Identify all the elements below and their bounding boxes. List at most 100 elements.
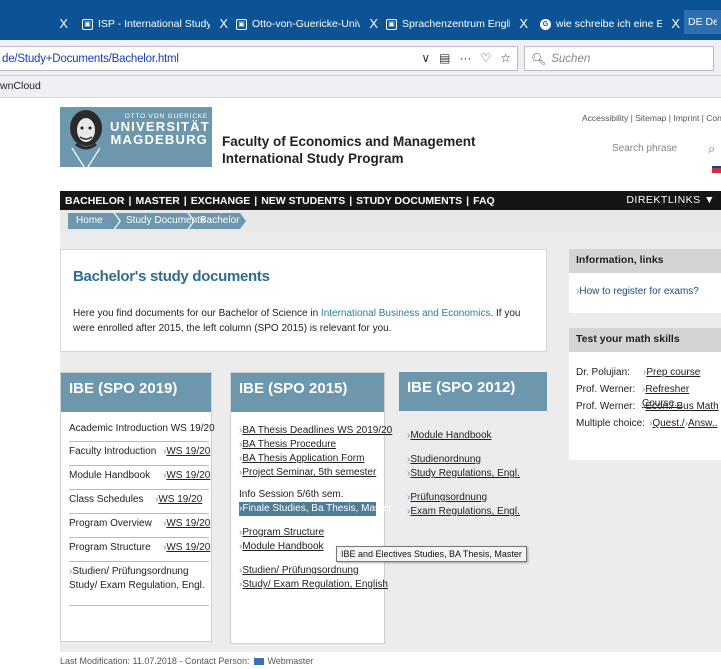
reader-view-icon[interactable]: ▤ — [439, 51, 450, 65]
doc-link-text[interactable]: Study/ Exam Regulation, English — [242, 579, 388, 590]
program-name: International Study Program — [222, 151, 404, 166]
nav-new-students[interactable]: NEW STUDENTS — [261, 195, 345, 207]
column-body: ›BA Thesis Deadlines WS 2019/20 ›BA Thes… — [231, 412, 392, 592]
google-icon: G — [540, 18, 551, 30]
close-icon[interactable]: X — [59, 16, 68, 31]
doc-link[interactable]: ›Prüfungsordnung — [407, 491, 547, 505]
doc-link-text[interactable]: Exam Regulations, Engl. — [410, 506, 520, 517]
nav-separator: | — [183, 194, 187, 207]
tab-ovgu[interactable]: ▣ Otto-von-Guericke-Universität X — [236, 14, 378, 34]
row-link-text[interactable]: WS 19/20 — [158, 494, 202, 505]
doc-link[interactable]: ›Project Seminar, 5th semester — [239, 466, 384, 480]
doc-link-text[interactable]: BA Thesis Deadlines WS 2019/20 — [242, 425, 392, 436]
doc-link-text[interactable]: Study Regulations, Engl. — [410, 468, 520, 479]
doc-link-text[interactable]: Prüfungsordnung — [410, 492, 487, 503]
nav-master[interactable]: MASTER — [135, 195, 179, 207]
close-icon[interactable]: X — [671, 16, 680, 31]
math-link[interactable]: ›Econ./ Bus Math — [642, 400, 719, 414]
column-spo-2019: IBE (SPO 2019) Academic Introduction WS … — [60, 372, 215, 642]
breadcrumb-home[interactable]: Home — [76, 215, 103, 226]
doc-link[interactable]: ›Module Handbook — [407, 429, 547, 443]
nav-separator: | — [254, 194, 258, 207]
regulation-link-de[interactable]: Studien/ Prüfungsordnung — [72, 566, 188, 577]
regulation-link[interactable]: ›Studien/ Prüfungsordnung — [69, 565, 211, 579]
nav-study-documents[interactable]: STUDY DOCUMENTS — [356, 195, 462, 207]
divider — [69, 441, 209, 442]
tab-close-button[interactable]: X — [56, 14, 68, 34]
ibe-program-link[interactable]: International Business and Economics — [321, 308, 491, 319]
row-link[interactable]: ›WS 19/20 — [163, 541, 210, 555]
close-icon[interactable]: X — [219, 16, 228, 31]
doc-link[interactable]: ›BA Thesis Deadlines WS 2019/20 — [239, 424, 392, 438]
doc-link-text[interactable]: Program Structure — [242, 527, 324, 538]
intro-text-part: Here you find documents for our Bachelor… — [73, 308, 321, 319]
math-link-text[interactable]: Quest./ — [652, 418, 684, 429]
nav-faq[interactable]: FAQ — [473, 195, 495, 207]
row-link-text[interactable]: WS 19/20 — [166, 542, 210, 553]
doc-link-text[interactable]: BA Thesis Application Form — [242, 453, 364, 464]
math-link-text[interactable]: Answ.. — [688, 418, 717, 429]
row-label: Academic Introduction WS 19/20 — [69, 423, 215, 434]
row-link[interactable]: ›WS 19/20 — [163, 469, 210, 483]
doc-link[interactable]: ›Program Structure — [239, 526, 384, 540]
row-link[interactable]: ›WS 19/20 — [163, 517, 210, 531]
doc-link[interactable]: ›Study/ Exam Regulation, English — [239, 578, 388, 592]
doc-link-text[interactable]: Studien/ Prüfungsordnung — [242, 565, 358, 576]
register-exams-link-text[interactable]: How to register for exams? — [579, 286, 699, 297]
doc-link-text[interactable]: Module Handbook — [410, 430, 491, 441]
tab-sprachenzentrum[interactable]: ▣ Sprachenzentrum Englisch (UN X — [386, 14, 528, 34]
doc-link-text[interactable]: Studienordnung — [410, 454, 481, 465]
site-search-input[interactable]: Search phrase — [612, 143, 677, 154]
search-placeholder: Suchen — [551, 52, 591, 65]
pocket-icon[interactable]: ♡ — [480, 51, 491, 65]
row-link[interactable]: ›WS 19/20 — [155, 493, 202, 507]
doc-link[interactable]: ›Exam Regulations, Engl. — [407, 505, 547, 519]
tab-google-search[interactable]: G wie schreibe ich eine Email Stu X — [540, 14, 680, 34]
divider — [69, 513, 209, 514]
browser-search-box[interactable]: 🔍︎ Suchen — [524, 46, 714, 71]
chevron-down-icon[interactable]: ∨ — [421, 51, 430, 65]
doc-link[interactable]: ›BA Thesis Procedure — [239, 438, 384, 452]
doc-link[interactable]: ›BA Thesis Application Form — [239, 452, 384, 466]
doc-link[interactable]: ›Studien/ Prüfungsordnung — [239, 564, 384, 578]
doc-link-text[interactable]: Project Seminar, 5th semester — [242, 467, 376, 478]
search-icon[interactable]: ⌕ — [708, 141, 715, 157]
language-flag-icon[interactable] — [712, 166, 721, 173]
url-text[interactable]: de/Study+Documents/Bachelor.html — [0, 53, 179, 65]
math-link[interactable]: ›Prep course — [643, 366, 700, 380]
row-link-text[interactable]: WS 19/20 — [166, 470, 210, 481]
math-link-text[interactable]: Prep course — [646, 367, 700, 378]
tab-isp[interactable]: ▣ ISP - International Study Progr X — [82, 14, 228, 34]
regulation-link-en[interactable]: Study/ Exam Regulation, Engl. — [69, 580, 205, 591]
direktlinks-dropdown[interactable]: DIREKTLINKS ▼ — [626, 194, 715, 206]
breadcrumb-study-documents[interactable]: Study Documents — [126, 215, 205, 226]
math-link-text[interactable]: Econ./ Bus Math — [645, 401, 718, 412]
row-link-text[interactable]: WS 19/20 — [166, 446, 210, 457]
doc-link-text[interactable]: Finale Studies, Ba Thesis, Master — [242, 503, 391, 514]
webmaster-link[interactable]: Webmaster — [267, 656, 313, 666]
favicon-icon: ▣ — [82, 18, 93, 30]
doc-link[interactable]: ›Studienordnung — [407, 453, 547, 467]
tab-translate[interactable]: DE Deut — [684, 10, 721, 34]
url-bar[interactable]: de/Study+Documents/Bachelor.html ∨ ▤ ···… — [0, 46, 518, 71]
utility-links[interactable]: Accessibility | Sitemap | Imprint | Cont… — [582, 113, 721, 123]
more-actions-icon[interactable]: ··· — [459, 51, 471, 65]
nav-exchange[interactable]: EXCHANGE — [191, 195, 251, 207]
close-icon[interactable]: X — [369, 16, 378, 31]
bookmark-star-icon[interactable]: ☆ — [500, 51, 511, 65]
close-icon[interactable]: X — [519, 16, 528, 31]
doc-link-text[interactable]: Module Handbook — [242, 541, 323, 552]
nav-bachelor[interactable]: BACHELOR — [65, 195, 125, 207]
row-label: Faculty Introduction — [69, 446, 157, 457]
doc-link-text[interactable]: BA Thesis Procedure — [242, 439, 336, 450]
math-link[interactable]: ›Quest./›Answ.. — [649, 417, 717, 431]
row-link-text[interactable]: WS 19/20 — [166, 518, 210, 529]
register-exams-link[interactable]: ›How to register for exams? — [576, 285, 721, 299]
main-navigation: BACHELOR | MASTER | EXCHANGE | NEW STUDE… — [60, 191, 721, 210]
finale-studies-link[interactable]: ›Finale Studies, Ba Thesis, Master — [239, 502, 392, 516]
row-link[interactable]: ›WS 19/20 — [163, 445, 210, 459]
bookmark-owncloud[interactable]: wnCloud — [0, 80, 41, 92]
breadcrumb-bachelor[interactable]: Bachelor — [200, 215, 239, 226]
doc-link[interactable]: ›Study Regulations, Engl. — [407, 467, 547, 481]
breadcrumb: Home Study Documents Bachelor — [60, 210, 721, 232]
